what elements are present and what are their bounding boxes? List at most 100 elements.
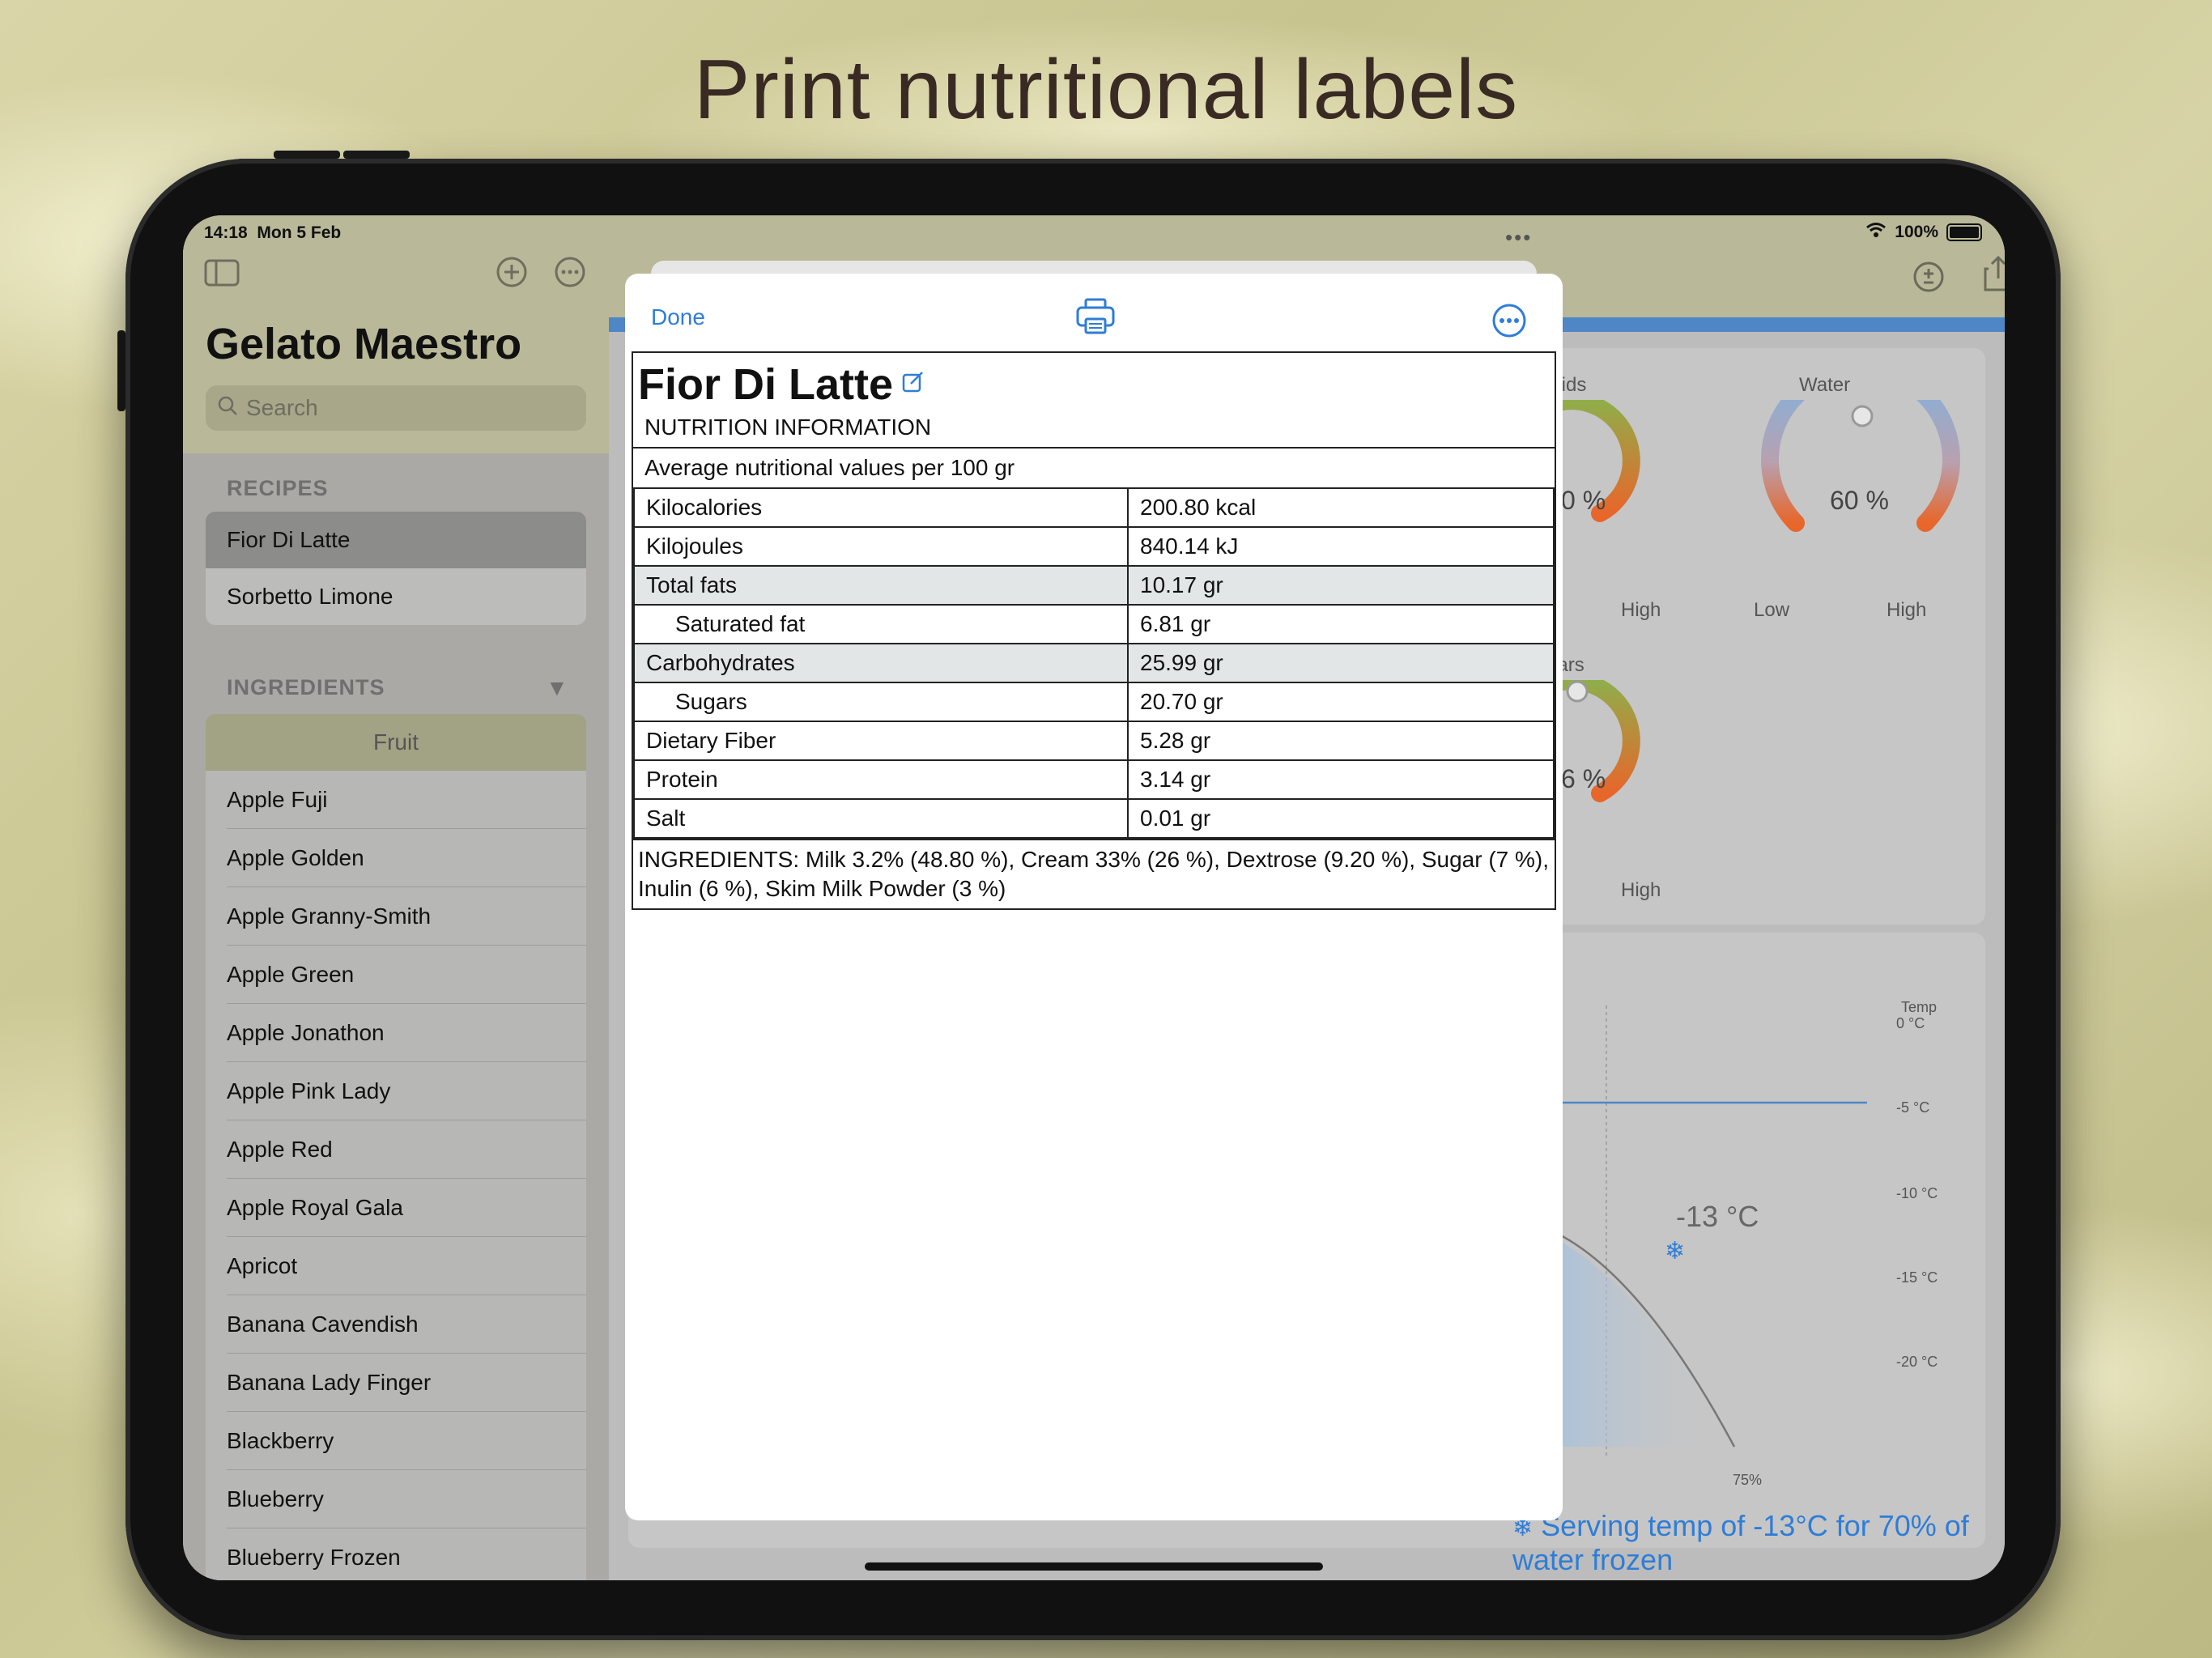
share-icon[interactable] [1984, 255, 2005, 300]
search-icon [217, 395, 238, 422]
gauge-value: 6 % [1561, 764, 1606, 793]
app-title: Gelato Maestro [206, 320, 522, 368]
gauge-value: 0 % [1561, 486, 1606, 515]
battery-icon [1946, 223, 1982, 241]
table-row: Sugars 20.70 gr [633, 682, 1555, 722]
scale-icon[interactable] [1912, 261, 1945, 301]
nutrient-name: Kilojoules [633, 526, 1129, 567]
ingredients-statement: INGREDIENTS: Milk 3.2% (48.80 %), Cream … [633, 839, 1555, 908]
temp-axis-title: Temp [1901, 999, 1938, 1015]
recipe-name: Fior Di Latte [638, 360, 894, 409]
nutrition-label-sheet: Done Fior Di Latte NUTRITION INFORMATION… [625, 274, 1563, 1520]
list-item[interactable]: Apple Fuji [206, 771, 586, 829]
nutrient-name: Sugars [633, 682, 1129, 722]
table-row: Dietary Fiber 5.28 gr [633, 721, 1555, 761]
more-icon[interactable] [554, 256, 586, 295]
recipes-header: RECIPES [227, 476, 329, 500]
search-placeholder: Search [246, 395, 318, 420]
status-clock: 14:18 Mon 5 Feb [204, 223, 342, 242]
done-button[interactable]: Done [651, 304, 705, 330]
table-row: Protein 3.14 gr [633, 759, 1555, 800]
gauge-value: 60 % [1830, 486, 1889, 515]
multitask-dots-icon[interactable]: ••• [1505, 225, 1532, 250]
gauge-high-label: High [1621, 879, 1661, 901]
gauge-title: Water [1799, 374, 1851, 396]
list-item[interactable]: Apple Green [206, 946, 586, 1004]
list-item[interactable]: Apple Royal Gala [206, 1179, 586, 1237]
battery-percent: 100% [1895, 223, 1938, 241]
list-item[interactable]: Blueberry [206, 1470, 586, 1528]
serving-note: ❄ Serving temp of -13°C for 70% of water… [1512, 1509, 2005, 1577]
list-item[interactable]: Apple Jonathon [206, 1004, 586, 1062]
gauge-high-label: High [1621, 599, 1661, 621]
table-row: Carbohydrates 25.99 gr [633, 643, 1555, 683]
category-chip[interactable]: Fruit [206, 714, 586, 771]
nutrient-name: Dietary Fiber [633, 721, 1129, 761]
promo-headline: Print nutritional labels [693, 43, 1519, 137]
list-item[interactable]: Apple Red [206, 1120, 586, 1179]
nutrient-value: 3.14 gr [1127, 759, 1555, 800]
nutrient-value: 200.80 kcal [1127, 487, 1555, 528]
nutrition-label: Fior Di Latte NUTRITION INFORMATION Aver… [632, 351, 1556, 910]
nutrient-value: 10.17 gr [1127, 565, 1555, 606]
ipad-screen: 14:18 Mon 5 Feb Gelato Maestro Search RE… [183, 215, 2005, 1580]
temp-tick: -20 °C [1896, 1354, 1938, 1370]
sidebar: 14:18 Mon 5 Feb Gelato Maestro Search RE… [183, 215, 609, 1580]
volume-button [274, 151, 340, 159]
table-row: Salt 0.01 gr [633, 798, 1555, 839]
temp-tick: -10 °C [1896, 1185, 1938, 1201]
temp-tick: -5 °C [1896, 1099, 1930, 1116]
filter-triangle-icon[interactable]: ▼ [546, 675, 568, 701]
recipe-item[interactable]: Sorbetto Limone [206, 568, 586, 625]
printer-icon[interactable] [1075, 298, 1116, 339]
nutrient-name: Protein [633, 759, 1129, 800]
x-tick: 75% [1733, 1472, 1763, 1488]
ingredients-header: INGREDIENTS [227, 675, 385, 699]
marker-label: -13 °C [1676, 1200, 1759, 1233]
nutrient-name: Kilocalories [633, 487, 1129, 528]
nutrient-value: 20.70 gr [1127, 682, 1555, 722]
recipe-item-selected[interactable]: Fior Di Latte [206, 512, 586, 568]
home-indicator[interactable] [865, 1562, 1323, 1571]
nutrient-value: 5.28 gr [1127, 721, 1555, 761]
temp-tick: 0 °C [1896, 1015, 1925, 1031]
side-button [117, 330, 125, 411]
edit-icon[interactable] [901, 369, 925, 400]
snowflake-icon: ❄ [1665, 1238, 1686, 1265]
search-input[interactable]: Search [206, 385, 586, 431]
nutrient-value: 6.81 gr [1127, 604, 1555, 644]
volume-button-2 [343, 151, 410, 159]
list-item[interactable]: Banana Lady Finger [206, 1354, 586, 1412]
status-indicators: 100% [1865, 222, 1982, 243]
recipe-name-heading: Fior Di Latte [633, 353, 1555, 410]
more-icon[interactable] [1491, 303, 1527, 342]
nutrient-value: 0.01 gr [1127, 798, 1555, 839]
list-item[interactable]: Apple Granny-Smith [206, 887, 586, 946]
list-item[interactable]: Apricot [206, 1237, 586, 1295]
nutrient-value: 840.14 kJ [1127, 526, 1555, 567]
nutrition-subtitle: NUTRITION INFORMATION [644, 414, 932, 440]
per-100-note: Average nutritional values per 100 gr [633, 447, 1555, 487]
nutrition-table: Kilocalories 200.80 kcal Kilojoules 840.14… [633, 487, 1555, 839]
table-row: Saturated fat 6.81 gr [633, 604, 1555, 644]
nutrient-value: 25.99 gr [1127, 643, 1555, 683]
list-item[interactable]: Blackberry [206, 1412, 586, 1470]
table-row: Kilojoules 840.14 kJ [633, 526, 1555, 567]
nutrient-name: Carbohydrates [633, 643, 1129, 683]
ingredient-list: Apple Fuji Apple Golden Apple Granny-Smi… [206, 771, 586, 1580]
table-row: Total fats 10.17 gr [633, 565, 1555, 606]
gauge-low-label: Low [1754, 599, 1790, 621]
list-item[interactable]: Banana Cavendish [206, 1295, 586, 1354]
nutrient-name: Total fats [633, 565, 1129, 606]
list-item[interactable]: Apple Golden [206, 829, 586, 887]
add-icon[interactable] [496, 256, 528, 295]
gauge-high-label: High [1887, 599, 1927, 621]
sidebar-toggle-icon[interactable] [204, 259, 240, 294]
list-item[interactable]: Blueberry Frozen [206, 1528, 586, 1580]
water-gauge [1761, 400, 1960, 532]
temp-tick: -15 °C [1896, 1269, 1938, 1286]
nutrient-name: Saturated fat [633, 604, 1129, 644]
list-item[interactable]: Apple Pink Lady [206, 1062, 586, 1120]
serving-text: Serving temp of -13°C for 70% of water f… [1512, 1509, 1969, 1576]
wifi-icon [1865, 222, 1887, 243]
